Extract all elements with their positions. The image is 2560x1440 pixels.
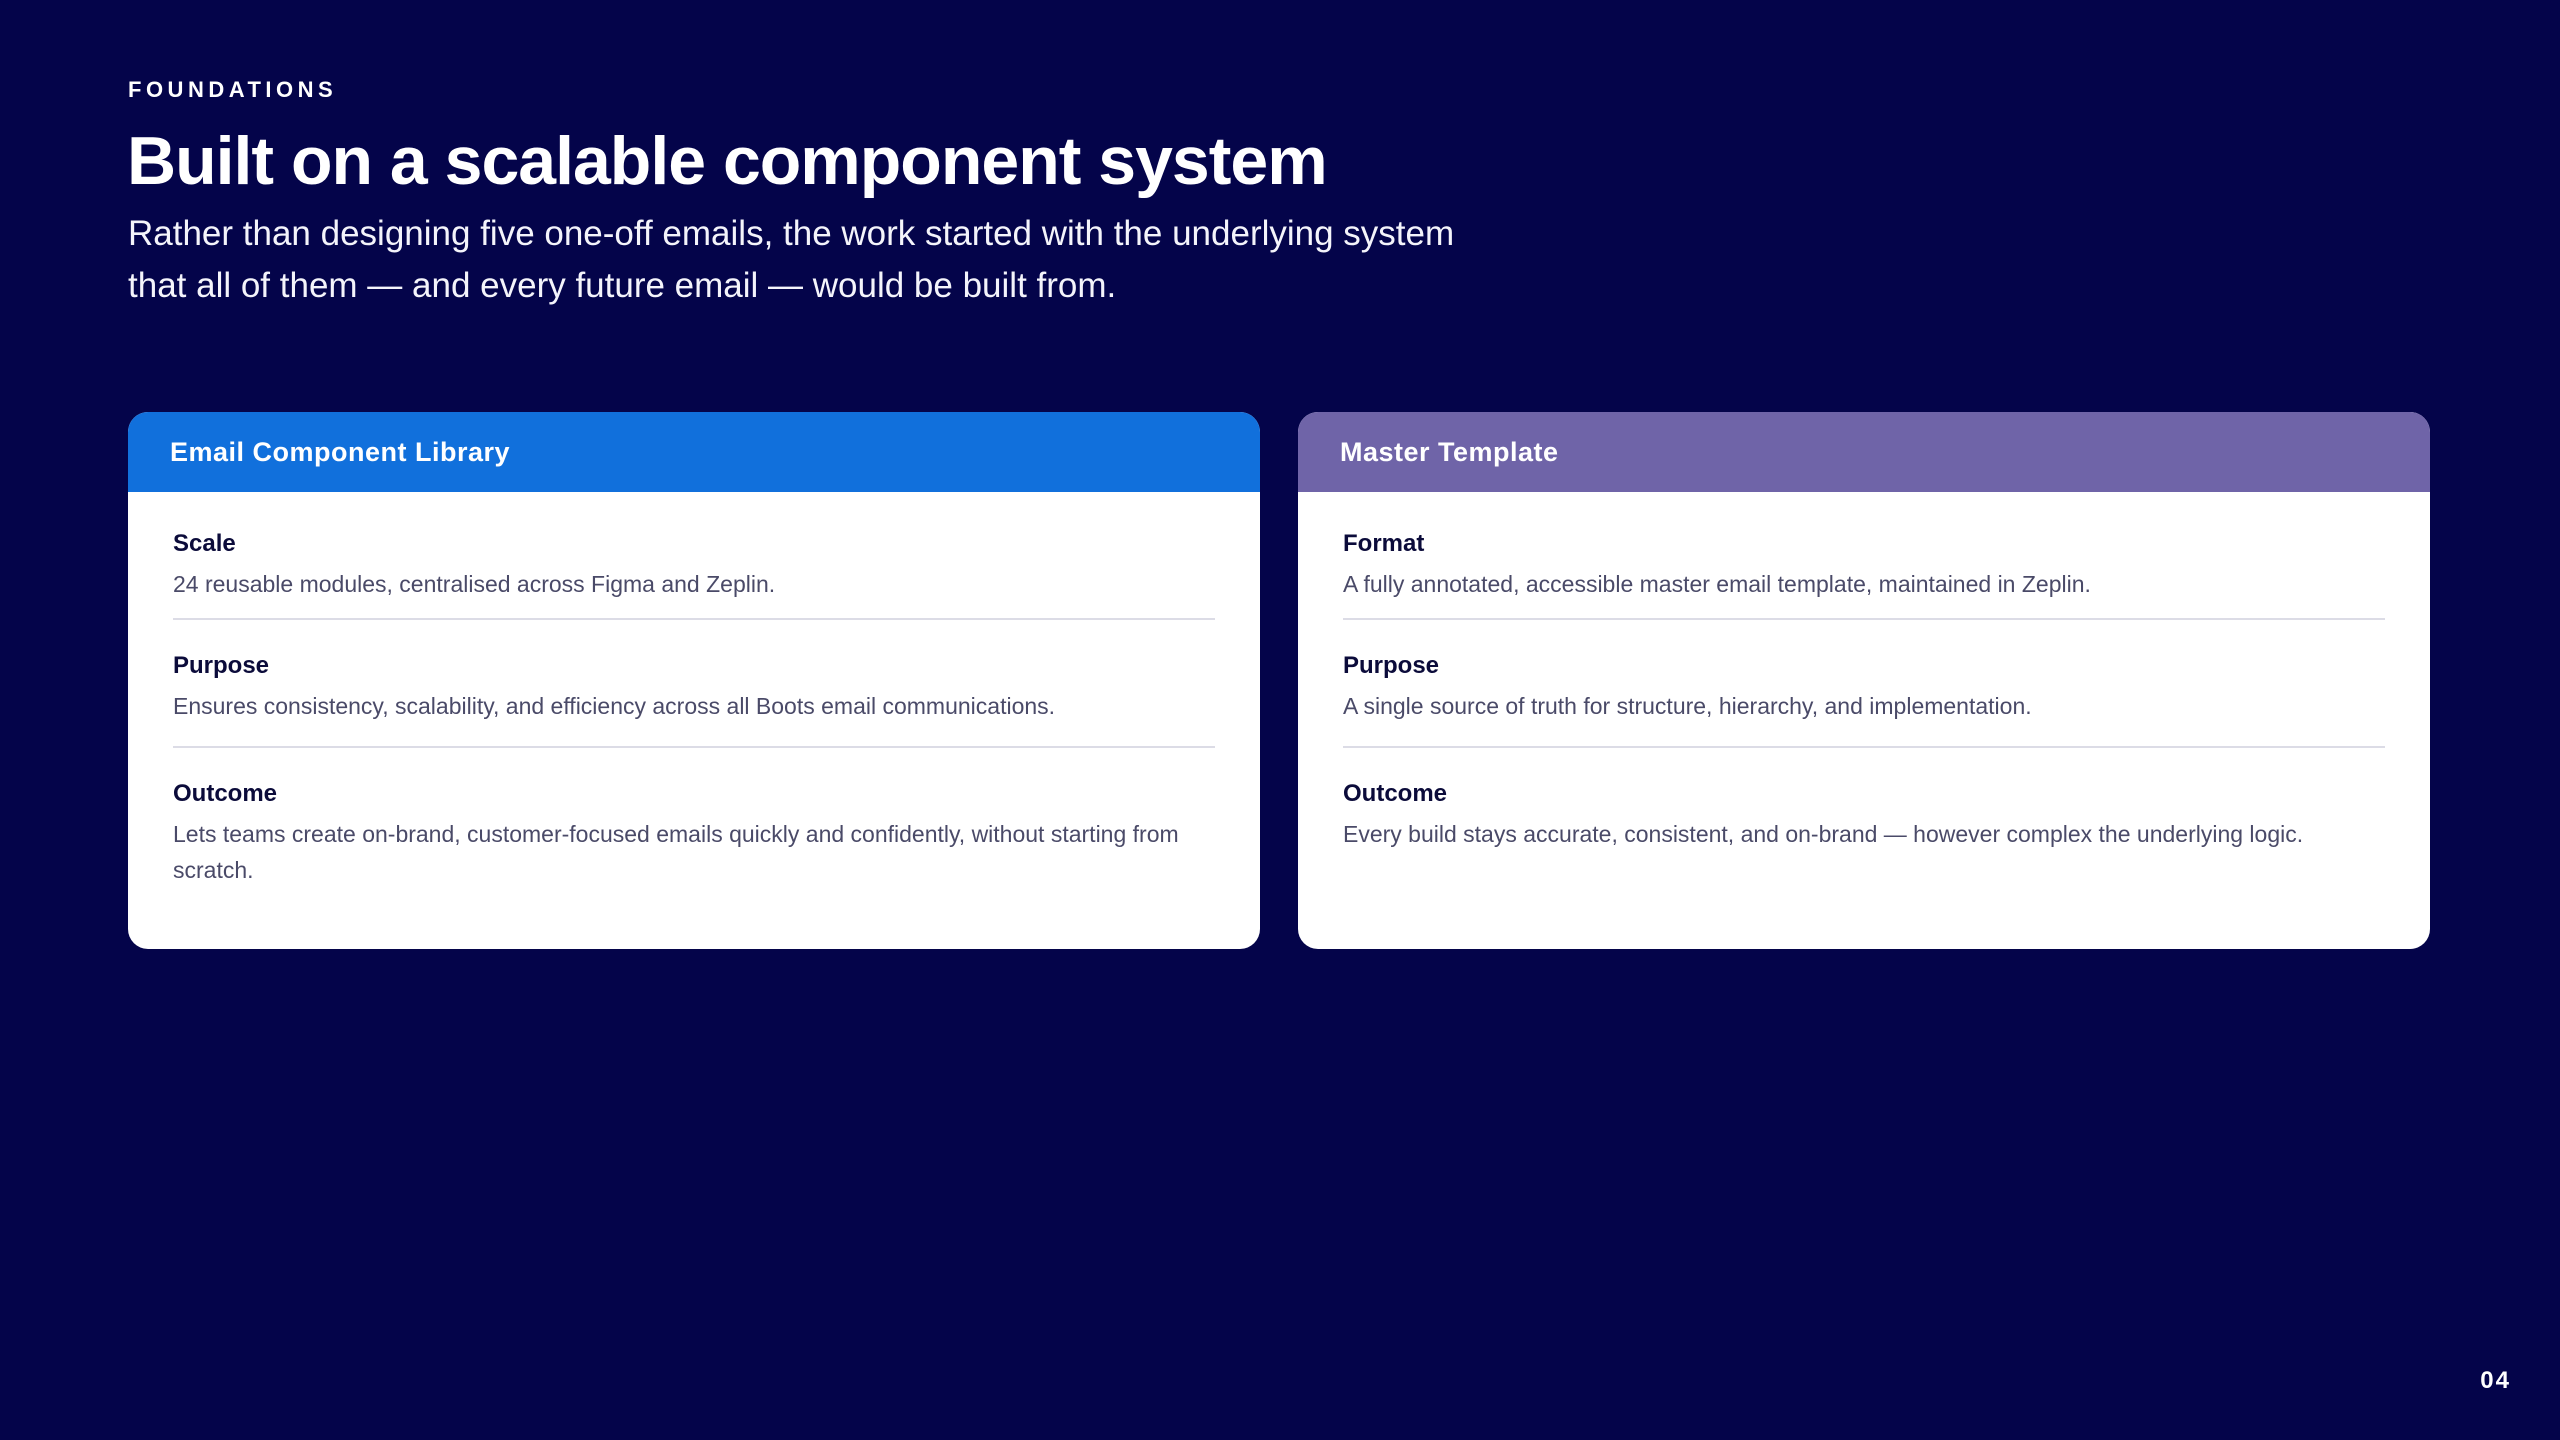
card-row-outcome: Outcome Every build stays accurate, cons… — [1343, 748, 2385, 852]
card-row-purpose: Purpose A single source of truth for str… — [1343, 620, 2385, 748]
row-label: Outcome — [1343, 780, 1448, 807]
card-row-outcome: Outcome Lets teams create on-brand, cust… — [173, 748, 1215, 888]
page-subtitle: Rather than designing five one-off email… — [128, 214, 1455, 305]
row-text: A single source of truth for structure, … — [1343, 693, 2032, 719]
card-row-format: Format A fully annotated, accessible mas… — [1343, 492, 2385, 620]
slide: FOUNDATIONS Built on a scalable componen… — [0, 0, 2560, 1440]
card-row-purpose: Purpose Ensures consistency, scalability… — [173, 620, 1215, 748]
row-label: Purpose — [173, 652, 270, 679]
card-body: Format A fully annotated, accessible mas… — [1298, 492, 2430, 852]
card-row-scale: Scale 24 reusable modules, centralised a… — [173, 492, 1215, 620]
card-email-component-library: Email Component Library Scale 24 reusabl… — [128, 412, 1260, 949]
row-label: Scale — [173, 530, 236, 557]
page-number: 04 — [2480, 1367, 2511, 1394]
row-text: Ensures consistency, scalability, and ef… — [173, 693, 1056, 719]
page-title: Built on a scalable component system — [127, 123, 1328, 199]
card-body: Scale 24 reusable modules, centralised a… — [128, 492, 1260, 888]
row-text: 24 reusable modules, centralised across … — [173, 571, 776, 597]
row-text: Every build stays accurate, consistent, … — [1343, 821, 2304, 847]
row-text: A fully annotated, accessible master ema… — [1343, 571, 2091, 597]
row-text: Lets teams create on-brand, customer-foc… — [173, 821, 1179, 883]
row-label: Purpose — [1343, 652, 1440, 679]
card-header: Email Component Library — [128, 412, 1260, 492]
row-label: Format — [1343, 530, 1425, 557]
row-label: Outcome — [173, 780, 278, 807]
section-eyebrow: FOUNDATIONS — [128, 77, 338, 102]
card-master-template: Master Template Format A fully annotated… — [1298, 412, 2430, 949]
card-header: Master Template — [1298, 412, 2430, 492]
